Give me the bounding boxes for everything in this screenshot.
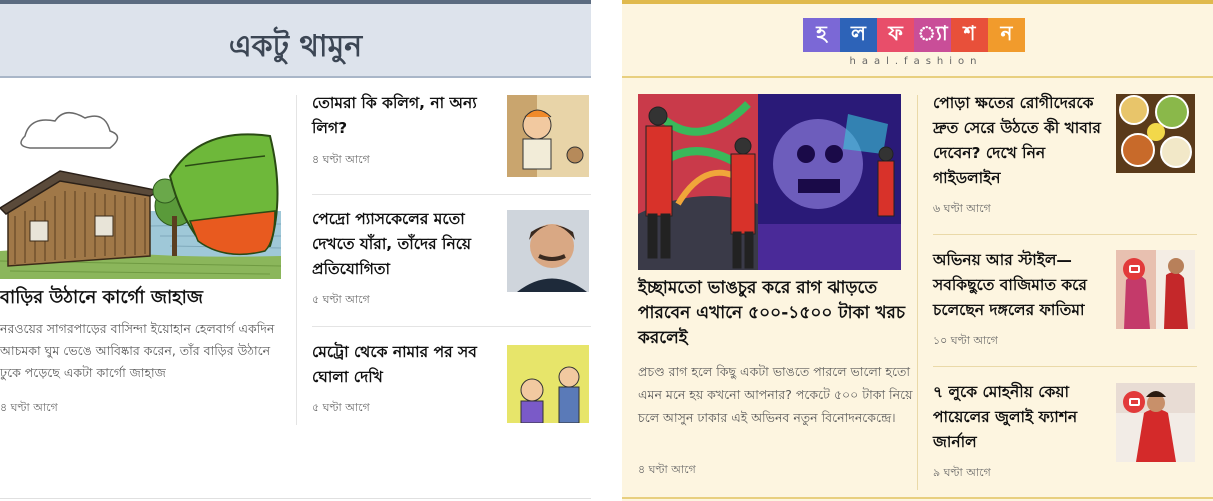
cartoon-office-thumbnail	[507, 95, 589, 177]
story-title[interactable]: পেদ্রো প্যাসকেলের মতো দেখতে যাঁরা, তাঁদে…	[312, 207, 492, 282]
lead-story-summary: নরওয়ের সাগরপাড়ের বাসিন্দা ইয়োহান হেলব…	[0, 321, 275, 380]
story-thumbnail[interactable]	[1116, 383, 1195, 462]
food-platter-thumbnail	[1116, 94, 1195, 173]
logo-letter: শ	[951, 18, 988, 52]
camera-icon	[1123, 391, 1145, 413]
item-divider	[312, 194, 591, 195]
section-ektu-thamun: একটু থামুন বাড়ির উঠানে কার্গো জাহাজ নরও…	[0, 0, 591, 501]
cartoon-illustration	[0, 96, 281, 279]
section-title[interactable]: একটু থামুন	[0, 22, 591, 73]
section-bottom-border	[0, 498, 591, 499]
logo-letter: ফ	[877, 18, 914, 52]
logo-subtitle: haal.fashion	[849, 56, 983, 67]
lead-story-image[interactable]	[0, 96, 281, 279]
cartoon-metro-thumbnail	[507, 345, 589, 423]
story-title[interactable]: ৭ লুকে মোহনীয় কেয়া পায়েলের জুলাই ফ্যা…	[933, 380, 1098, 455]
logo-letter: হ	[803, 18, 840, 52]
story-title[interactable]: মেট্রো থেকে নামার পর সব ঘোলা দেখি	[312, 340, 492, 390]
logo-letter: ল	[840, 18, 877, 52]
section-header: হ ল ফ ্যা শ ন haal.fashion	[622, 0, 1213, 78]
logo-letter: ্যা	[914, 18, 951, 52]
story-title[interactable]: অভিনয় আর স্টাইল— সবকিছুতে বাজিমাত করে চ…	[933, 248, 1098, 323]
lead-story-time: ৪ ঘণ্টা আগে	[0, 401, 58, 414]
story-title[interactable]: তোমরা কি কলিগ, না অন্য লিগ?	[312, 91, 482, 141]
haal-fashion-logo[interactable]: হ ল ফ ্যা শ ন	[803, 18, 1025, 52]
item-divider	[312, 326, 591, 327]
lead-story-title[interactable]: ইচ্ছামতো ভাঙচুর করে রাগ ঝাড়তে পারবেন এখ…	[638, 276, 906, 351]
story-time: ৯ ঘণ্টা আগে	[933, 466, 991, 479]
item-divider	[933, 366, 1197, 367]
section-header: একটু থামুন	[0, 0, 591, 78]
camera-icon	[1123, 258, 1145, 280]
story-thumbnail[interactable]	[1116, 250, 1195, 329]
item-divider	[933, 234, 1197, 235]
section-haal-fashion: হ ল ফ ্যা শ ন haal.fashion ইচ্ছামতো ভাঙচ…	[622, 0, 1213, 501]
portrait-thumbnail	[507, 210, 589, 292]
story-time: ৫ ঘণ্টা আগে	[312, 293, 370, 306]
rage-room-photo	[638, 94, 901, 270]
story-time: ৬ ঘণ্টা আগে	[933, 202, 991, 215]
column-divider	[917, 95, 918, 490]
lead-story-title[interactable]: বাড়ির উঠানে কার্গো জাহাজ	[0, 285, 285, 311]
story-thumbnail[interactable]	[507, 95, 589, 177]
story-time: ৪ ঘণ্টা আগে	[312, 153, 370, 166]
story-thumbnail[interactable]	[507, 210, 589, 292]
lead-story-summary: প্রচণ্ড রাগ হলে কিছু একটা ভাঙতে পারলে ভা…	[638, 364, 913, 425]
story-thumbnail[interactable]	[1116, 94, 1195, 173]
story-title[interactable]: পোড়া ক্ষতের রোগীদেরকে দ্রুত সেরে উঠতে ক…	[933, 91, 1113, 191]
column-divider	[296, 95, 297, 425]
section-bottom-border	[622, 497, 1213, 499]
lead-story-time: ৪ ঘণ্টা আগে	[638, 463, 696, 476]
story-time: ৫ ঘণ্টা আগে	[312, 401, 370, 414]
lead-story-image[interactable]	[638, 94, 901, 270]
logo-letter: ন	[988, 18, 1025, 52]
story-thumbnail[interactable]	[507, 345, 589, 423]
story-time: ১০ ঘণ্টা আগে	[933, 334, 998, 347]
